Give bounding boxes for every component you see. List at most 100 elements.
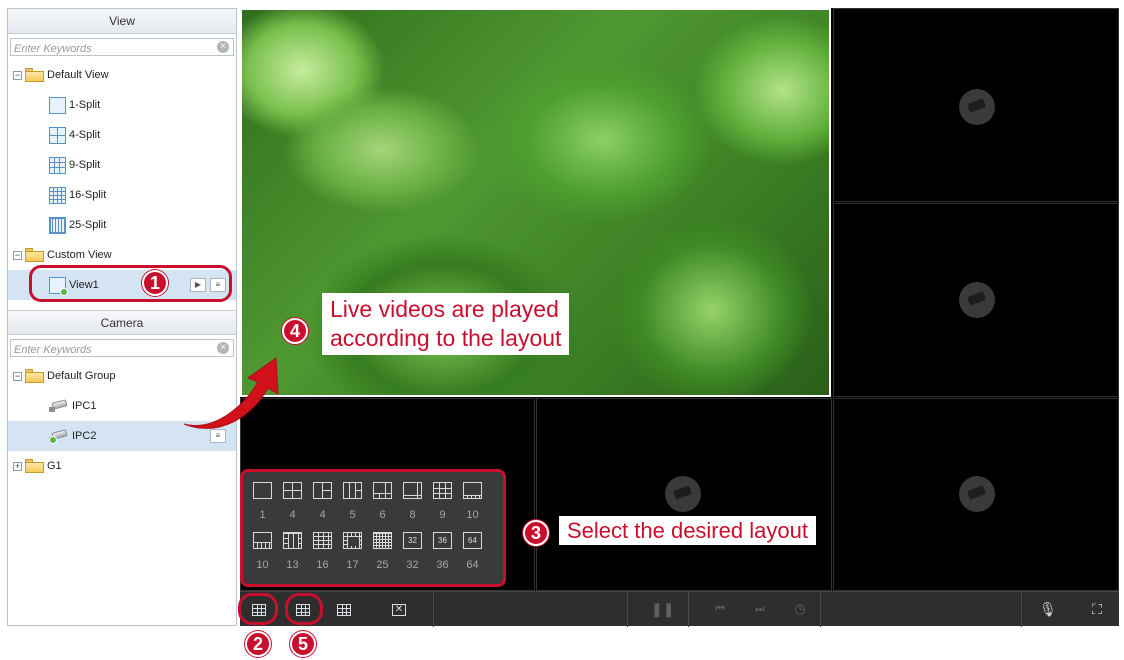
camera-placeholder-icon: [959, 89, 995, 125]
tree-item-label: Default Group: [47, 370, 116, 382]
tree-item-default-view[interactable]: − Default View: [8, 60, 236, 90]
layout-option-16[interactable]: [313, 532, 332, 549]
camera-panel-title: Camera: [8, 310, 236, 335]
collapse-icon[interactable]: −: [13, 371, 22, 381]
expand-icon[interactable]: +: [13, 461, 22, 471]
tree-item-label: Default View: [47, 69, 109, 81]
tree-item-label: 9-Split: [69, 159, 101, 171]
toolbar-separator: [433, 592, 434, 627]
microphone-icon[interactable]: 🎙: [1038, 600, 1058, 618]
layout-option-5[interactable]: [343, 482, 362, 499]
layout-number: 36: [436, 559, 449, 571]
toolbar-separator: [1021, 592, 1022, 627]
video-tile-empty[interactable]: [833, 398, 1119, 591]
layout-numbers-row-1: 1 4 4 5 6 8 9 10: [253, 509, 482, 521]
layout-option-25[interactable]: [373, 532, 392, 549]
layout-number: 10: [256, 559, 269, 571]
layout-number: 4: [289, 509, 296, 521]
view-search-input[interactable]: [11, 41, 201, 57]
tree-item-4-split[interactable]: 4-Split: [8, 120, 236, 150]
layout-options-row-1: [253, 482, 482, 499]
layout-option-10[interactable]: [463, 482, 482, 499]
layout-selector-popup: 1 4 4 5 6 8 9 10 32 36 64 10 13 16 17 25…: [240, 469, 506, 587]
layout-number: 6: [379, 509, 386, 521]
folder-icon: [25, 68, 44, 82]
previous-frame-icon[interactable]: ⏮: [710, 600, 730, 618]
step-badge-2: 2: [245, 631, 271, 657]
curved-arrow-icon: [183, 357, 279, 429]
highlight-ring-layout-button: [238, 593, 278, 625]
highlight-ring-save-button: [285, 593, 323, 625]
layout-number: 13: [286, 559, 299, 571]
pause-icon[interactable]: ❚❚: [651, 600, 674, 618]
step-badge-1: 1: [142, 270, 168, 296]
layout-option-4[interactable]: [283, 482, 302, 499]
view-search-field[interactable]: ×: [10, 38, 234, 57]
video-tile-empty[interactable]: [833, 203, 1119, 397]
layout-number: 16: [316, 559, 329, 571]
step-badge-4: 4: [282, 318, 308, 344]
split-9-icon: [49, 156, 66, 174]
layout-number: 1: [259, 509, 266, 521]
layout-option-36[interactable]: 36: [433, 532, 452, 549]
clear-search-icon[interactable]: ×: [217, 41, 229, 53]
camera-placeholder-icon: [959, 476, 995, 512]
folder-icon: [25, 369, 44, 383]
layout-option-6[interactable]: [373, 482, 392, 499]
close-all-button[interactable]: ✕: [389, 600, 409, 618]
layout-icon: [337, 604, 351, 617]
tree-item-g1[interactable]: + G1: [8, 451, 236, 481]
close-window-icon: ✕: [392, 604, 406, 617]
layout-option-13[interactable]: [283, 532, 302, 549]
layout-number: 17: [346, 559, 359, 571]
layout-option-17[interactable]: [343, 532, 362, 549]
collapse-icon[interactable]: −: [13, 250, 22, 260]
split-25-icon: [49, 216, 66, 234]
next-frame-icon[interactable]: ⏭: [750, 600, 770, 618]
layout-option-32[interactable]: 32: [403, 532, 422, 549]
collapse-icon[interactable]: −: [13, 70, 22, 80]
layout-option-1[interactable]: [253, 482, 272, 499]
highlight-ring-view1: [29, 265, 232, 302]
folder-icon: [25, 459, 44, 473]
camera-icon: [49, 399, 69, 413]
tree-item-label: IPC1: [72, 400, 97, 412]
split-4-icon: [49, 126, 66, 144]
layout-number: 4: [319, 509, 326, 521]
split-16-icon: [49, 186, 66, 204]
camera-search-input[interactable]: [11, 342, 201, 358]
fullscreen-icon[interactable]: ⛶: [1087, 600, 1107, 618]
tree-item-9-split[interactable]: 9-Split: [8, 150, 236, 180]
video-tile-empty[interactable]: [536, 398, 832, 591]
layout-number: 32: [406, 559, 419, 571]
layout-number: 64: [466, 559, 479, 571]
video-tile-empty[interactable]: [833, 8, 1119, 202]
layout-option-64[interactable]: 64: [463, 532, 482, 549]
layout-number: 25: [376, 559, 389, 571]
layout-option-8[interactable]: [403, 482, 422, 499]
layout-option-9[interactable]: [433, 482, 452, 499]
tree-item-label: Custom View: [47, 249, 112, 261]
custom-layout-button[interactable]: [334, 600, 354, 618]
tree-item-label: 4-Split: [69, 129, 101, 141]
clock-icon[interactable]: ◷: [790, 600, 810, 618]
step-badge-5: 5: [290, 631, 316, 657]
callout-line: according to the layout: [330, 325, 562, 351]
tree-item-label: 25-Split: [69, 219, 107, 231]
tree-item-16-split[interactable]: 16-Split: [8, 180, 236, 210]
layout-option-10b[interactable]: [253, 532, 272, 549]
folder-icon: [25, 248, 44, 262]
layout-option-4b[interactable]: [313, 482, 332, 499]
tree-item-label: G1: [47, 460, 62, 472]
camera-placeholder-icon: [665, 476, 701, 512]
layout-number: 8: [409, 509, 416, 521]
layout-number: 10: [466, 509, 479, 521]
tree-item-label: 16-Split: [69, 189, 107, 201]
tree-item-1-split[interactable]: 1-Split: [8, 90, 236, 120]
toolbar-separator: [627, 592, 628, 627]
callout-line: Live videos are played: [330, 296, 559, 322]
video-toolbar: ✕ ❚❚ ⏮ ⏭ ◷ 🎙 ⛶: [240, 591, 1119, 627]
tree-item-25-split[interactable]: 25-Split: [8, 210, 236, 240]
toolbar-separator: [688, 592, 689, 627]
left-panel: View × − Default View 1-Split 4-Split 9-…: [7, 8, 237, 626]
